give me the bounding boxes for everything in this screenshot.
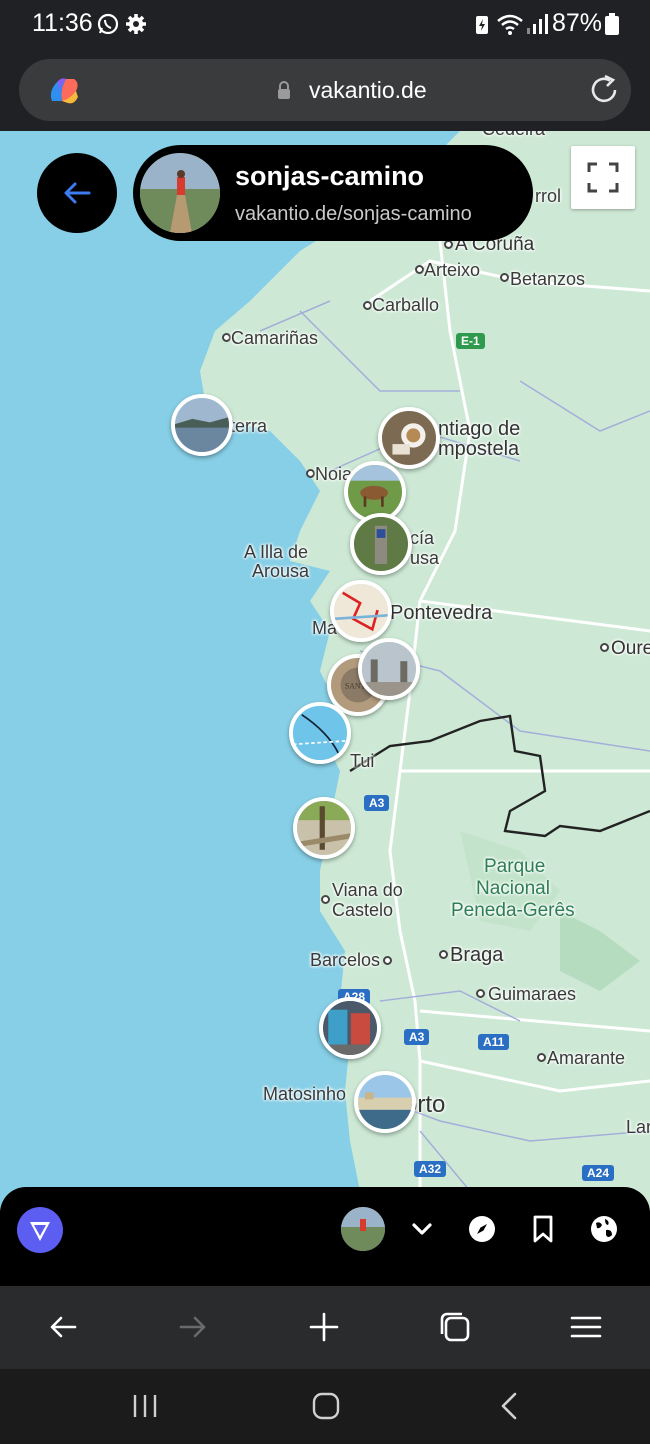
city-dot (537, 1053, 546, 1062)
place-viana-2: Castelo (332, 900, 394, 920)
new-tab-plus-icon[interactable] (307, 1310, 341, 1344)
user-avatar[interactable] (341, 1207, 385, 1251)
browser-address-bar: vakantio.de (0, 48, 650, 131)
place-park-1: Parque (484, 856, 546, 877)
photo-pin-fisterra[interactable] (171, 394, 233, 456)
city-dot (415, 265, 424, 274)
back-arrow-icon (64, 182, 91, 204)
city-dot (363, 301, 372, 310)
photo-pin-sea-map[interactable] (289, 702, 351, 764)
url-text[interactable]: vakantio.de (309, 77, 427, 104)
forward-arrow-icon[interactable] (176, 1310, 210, 1344)
battery-icon (605, 13, 619, 35)
lock-icon (278, 81, 290, 99)
globe-icon[interactable] (588, 1213, 620, 1245)
bookmark-icon[interactable] (527, 1213, 559, 1245)
city-dot (439, 950, 448, 959)
trip-profile-header[interactable]: sonjas-camino vakantio.de/sonjas-camino (133, 145, 533, 241)
city-dot (321, 895, 330, 904)
home-icon[interactable] (309, 1391, 343, 1421)
browser-toolbar (0, 1286, 650, 1369)
place-barcelos: Barcelos (310, 950, 381, 970)
place-illa-2: Arousa (252, 561, 310, 581)
place-ferrol: rrol (535, 186, 561, 206)
photo-pin-route-map[interactable] (330, 580, 392, 642)
highway-shield: A3 (364, 795, 390, 811)
recent-apps-icon[interactable] (128, 1391, 162, 1421)
settings-icon (126, 14, 146, 34)
copilot-icon[interactable] (44, 71, 84, 111)
battery-saver-icon (476, 16, 488, 34)
city-dot (600, 643, 609, 652)
compass-icon[interactable] (466, 1213, 498, 1245)
place-tui: Tui (350, 751, 375, 771)
highway-shield: A11 (478, 1034, 510, 1050)
highway-shield: A3 (404, 1029, 430, 1045)
system-navigation-bar (0, 1369, 650, 1444)
place-betanzos: Betanzos (510, 269, 586, 289)
place-park-2: Nacional (476, 878, 550, 899)
phone-screen: 11:36 87% vakantio.de rrol A Coruña Arte… (0, 0, 650, 1444)
place-matosinhos: Matosinho (263, 1084, 347, 1104)
battery-percent: 87% (552, 9, 603, 37)
place-guimaraes: Guimaraes (488, 984, 577, 1004)
chevron-down-icon[interactable] (406, 1213, 438, 1245)
url-field[interactable]: vakantio.de (19, 59, 631, 121)
place-park-3: Peneda-Gerês (451, 900, 575, 921)
place-camarinas: Camariñas (231, 328, 319, 348)
city-dot (500, 273, 509, 282)
highway-shield: A24 (582, 1165, 615, 1181)
place-carballo: Carballo (372, 295, 440, 315)
vakantio-logo-icon[interactable] (17, 1207, 63, 1253)
place-vilagarcia: cía (410, 528, 435, 548)
photo-pin-market[interactable] (319, 997, 381, 1059)
place-fisterra: terra (230, 416, 268, 436)
map-view[interactable]: Cedeira rrol A Coruña Arteixo Betanzos C… (0, 131, 650, 1211)
place-lamego: Lar (626, 1117, 650, 1137)
app-bottom-bar (0, 1187, 650, 1286)
system-back-icon[interactable] (492, 1391, 526, 1421)
photo-pin-trail[interactable] (293, 797, 355, 859)
place-ourense: Oure (611, 638, 650, 659)
place-santiago-2: mpostela (438, 438, 520, 460)
tabs-icon[interactable] (438, 1310, 472, 1344)
reload-icon[interactable] (587, 73, 621, 107)
place-vilagarcia-2: usa (410, 548, 440, 568)
place-amarante: Amarante (547, 1048, 626, 1068)
trip-title: sonjas-camino (235, 161, 425, 191)
city-dot (476, 989, 485, 998)
city-dot (444, 240, 453, 249)
place-viana: Viana do (332, 880, 403, 900)
status-time: 11:36 (32, 9, 93, 37)
place-illa: A Illa de (244, 542, 309, 562)
place-pontevedra: Pontevedra (390, 602, 493, 624)
back-arrow-icon[interactable] (46, 1310, 80, 1344)
trip-avatar (140, 153, 220, 233)
whatsapp-icon (97, 13, 119, 35)
city-dot (383, 956, 392, 965)
map-back-button[interactable] (37, 153, 117, 233)
photo-pin-coffee[interactable] (378, 407, 440, 469)
photo-pin-porto[interactable] (354, 1071, 416, 1133)
photo-pin-waymarker[interactable] (350, 513, 412, 575)
fullscreen-button[interactable] (571, 146, 635, 209)
fullscreen-icon (587, 162, 619, 193)
highway-shield: A32 (414, 1161, 447, 1177)
place-braga: Braga (450, 944, 504, 966)
place-cedeira: Cedeira (482, 131, 545, 140)
highway-shield: E-1 (456, 333, 485, 349)
menu-icon[interactable] (569, 1310, 603, 1344)
photo-pin-church[interactable] (358, 638, 420, 700)
wifi-icon (497, 14, 523, 35)
status-bar: 11:36 87% (0, 0, 650, 48)
place-arteixo: Arteixo (424, 260, 481, 280)
signal-icon (527, 14, 548, 34)
city-dot (222, 333, 231, 342)
trip-url: vakantio.de/sonjas-camino (235, 203, 472, 225)
city-dot (306, 469, 315, 478)
